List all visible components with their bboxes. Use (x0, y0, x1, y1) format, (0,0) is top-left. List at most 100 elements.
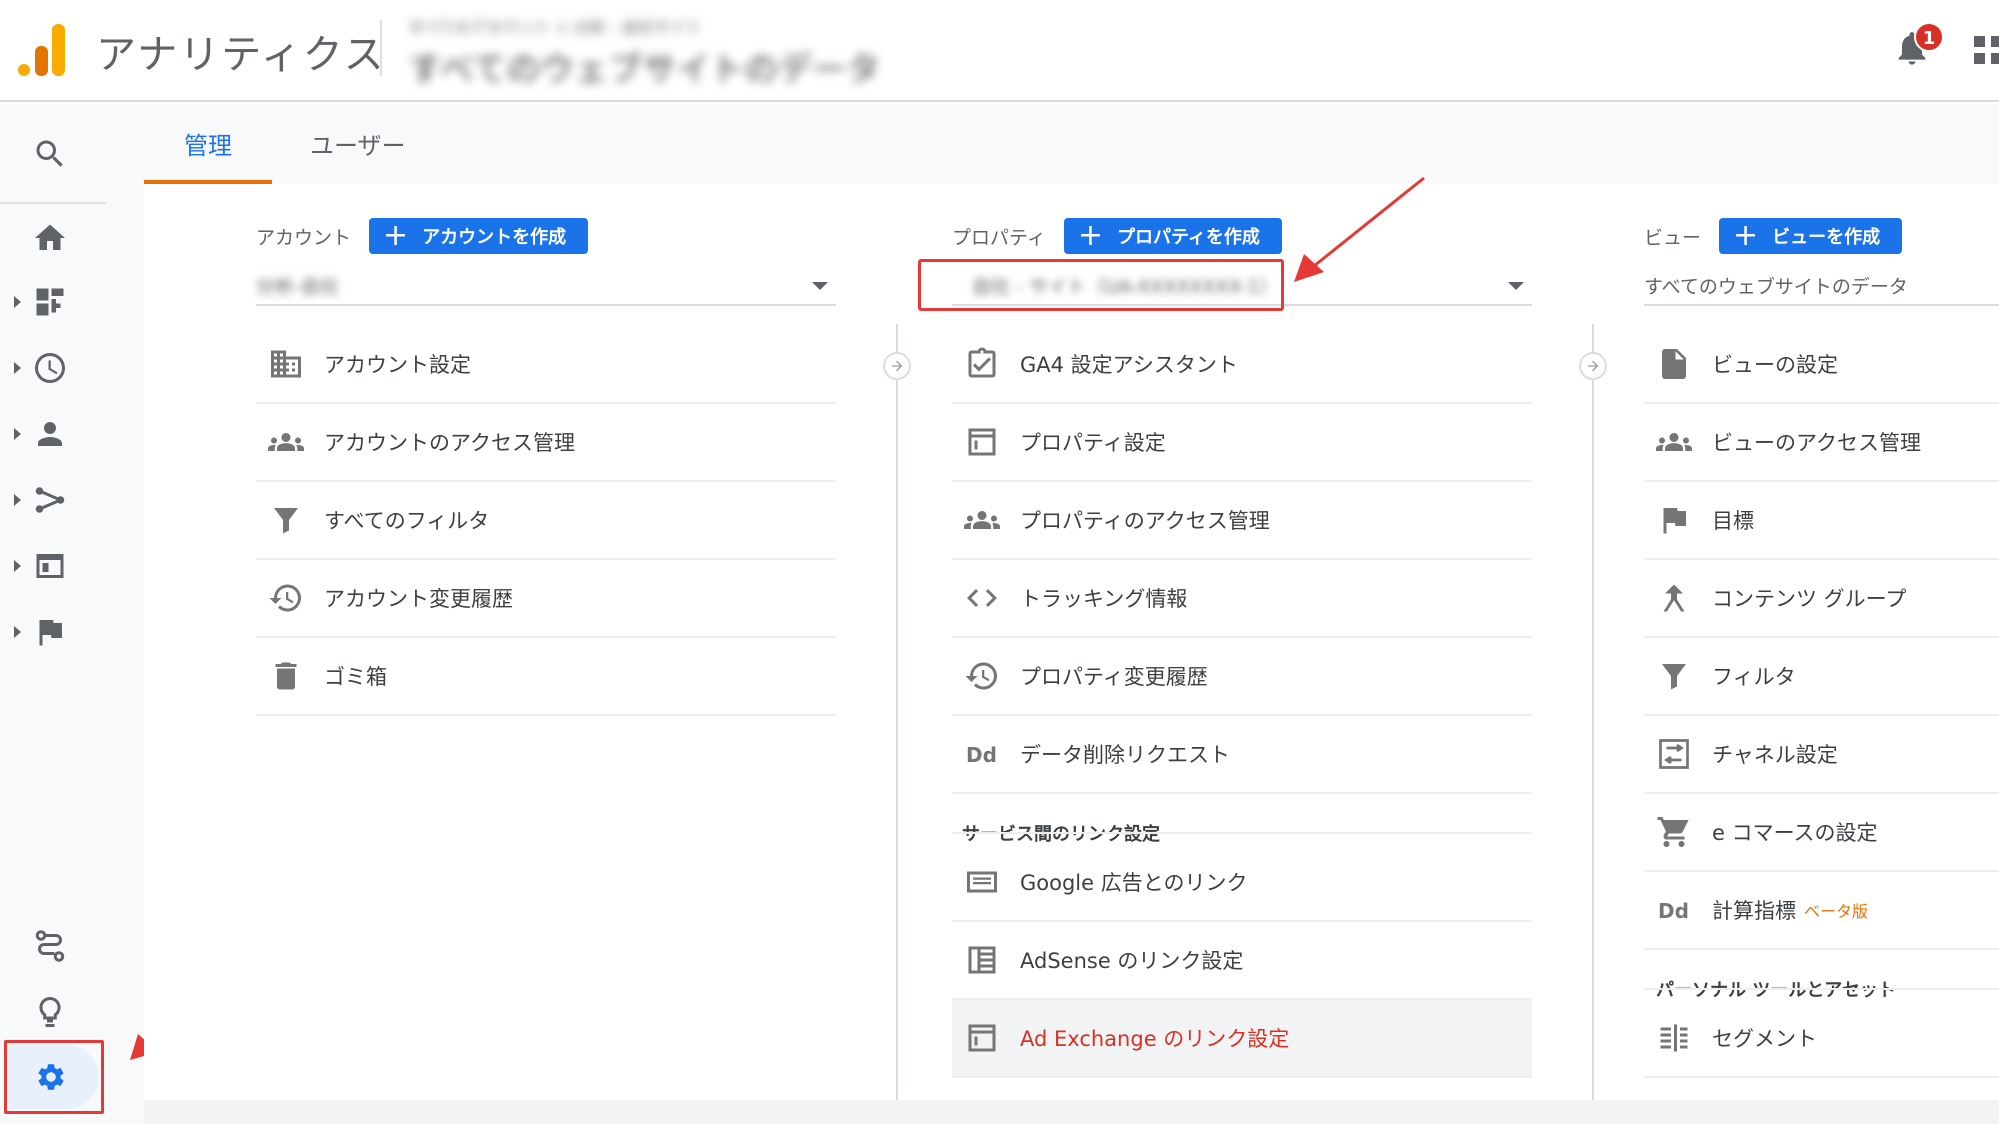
trash-icon (268, 658, 304, 694)
acquisition-icon[interactable] (32, 482, 68, 518)
conversions-flag-icon[interactable] (32, 614, 68, 650)
menu-label: セグメント (1712, 1027, 1817, 1051)
menu-adsense-link[interactable]: AdSense のリンク設定 (952, 922, 1532, 1000)
shopping-cart-icon (1656, 814, 1692, 850)
menu-account-change-history[interactable]: アカウント変更履歴 (256, 560, 836, 638)
nav-separator (0, 202, 106, 204)
customization-dashboard-icon[interactable] (32, 284, 68, 320)
analytics-logo-icon[interactable] (18, 24, 66, 76)
tab-user[interactable]: ユーザー (310, 126, 406, 161)
menu-segments[interactable]: セグメント (1644, 1000, 1999, 1078)
property-header: プロパティ + プロパティを作成 (952, 218, 1282, 254)
menu-ga4-setup-assistant[interactable]: GA4 設定アシスタント (952, 326, 1532, 404)
menu-account-settings[interactable]: アカウント設定 (256, 326, 836, 404)
menu-label: ビューの設定 (1712, 353, 1838, 377)
menu-label: Google 広告とのリンク (1020, 871, 1248, 895)
account-selected-value: 分析-自社 (256, 276, 339, 298)
create-view-label: ビューを作成 (1772, 227, 1881, 248)
account-label: アカウント (256, 226, 352, 249)
menu-property-change-history[interactable]: プロパティ変更履歴 (952, 638, 1532, 716)
attribution-route-icon[interactable] (32, 928, 68, 964)
menu-channel-settings[interactable]: チャネル設定 (1644, 716, 1999, 794)
menu-trash[interactable]: ゴミ箱 (256, 638, 836, 716)
behavior-window-icon[interactable] (32, 548, 68, 584)
search-icon[interactable] (32, 136, 68, 172)
flag-icon (1656, 502, 1692, 538)
expand-arrow-icon[interactable] (14, 428, 21, 440)
menu-goals[interactable]: 目標 (1644, 482, 1999, 560)
create-account-button[interactable]: + アカウントを作成 (369, 218, 589, 254)
filter-icon (268, 502, 304, 538)
apps-grid-icon[interactable] (1974, 36, 1999, 66)
menu-label: AdSense のリンク設定 (1020, 949, 1244, 973)
expand-arrow-icon[interactable] (14, 494, 21, 506)
column-link-arrow-icon (1579, 352, 1607, 380)
menu-label: GA4 設定アシスタント (1020, 353, 1238, 377)
expand-arrow-icon[interactable] (14, 296, 21, 308)
menu-label: アカウント変更履歴 (324, 587, 513, 611)
expand-arrow-icon[interactable] (14, 560, 21, 572)
plus-icon: + (383, 218, 409, 253)
filter-icon (1656, 658, 1692, 694)
column-link-arrow-icon (883, 352, 911, 380)
view-header: ビュー + ビューを作成 (1644, 218, 1903, 254)
calculated-metrics-dd-icon: Dd (1656, 892, 1692, 928)
menu-label: ビューのアクセス管理 (1712, 431, 1921, 455)
menu-tracking-info[interactable]: トラッキング情報 (952, 560, 1532, 638)
channel-settings-icon (1656, 736, 1692, 772)
menu-label: e コマースの設定 (1712, 821, 1878, 845)
create-view-button[interactable]: + ビューを作成 (1719, 218, 1903, 254)
menu-content-grouping[interactable]: コンテンツ グループ (1644, 560, 1999, 638)
menu-view-settings[interactable]: ビューの設定 (1644, 326, 1999, 404)
people-icon (1656, 424, 1692, 460)
plus-icon: + (1733, 218, 1759, 253)
view-selector[interactable]: すべてのウェブサイトのデータ (1644, 264, 1999, 306)
admin-content: アカウント + アカウントを作成 分析-自社 アカウント設定 アカウントのアクセ… (144, 184, 1999, 1124)
account-header: アカウント + アカウントを作成 (256, 218, 589, 254)
admin-gear-icon[interactable] (35, 1061, 67, 1093)
svg-text:Dd: Dd (1658, 899, 1689, 923)
create-account-label: アカウントを作成 (422, 227, 567, 248)
dropdown-caret-icon (812, 282, 828, 290)
menu-calculated-metrics[interactable]: Dd 計算指標 ベータ版 (1644, 872, 1999, 950)
realtime-clock-icon[interactable] (32, 350, 68, 386)
layout-icon (964, 1020, 1000, 1056)
menu-account-access[interactable]: アカウントのアクセス管理 (256, 404, 836, 482)
menu-view-access[interactable]: ビューのアクセス管理 (1644, 404, 1999, 482)
menu-label: プロパティのアクセス管理 (1020, 509, 1270, 533)
expand-arrow-icon[interactable] (14, 626, 21, 638)
svg-text:Dd: Dd (966, 743, 997, 767)
discover-lightbulb-icon[interactable] (32, 994, 68, 1030)
menu-all-filters[interactable]: すべてのフィルタ (256, 482, 836, 560)
segments-icon (1656, 1020, 1692, 1056)
audience-person-icon[interactable] (32, 416, 68, 452)
menu-ad-exchange-link[interactable]: Ad Exchange のリンク設定 (952, 1000, 1532, 1078)
section-rule (952, 832, 1532, 834)
tab-admin[interactable]: 管理 (184, 126, 232, 161)
menu-property-access[interactable]: プロパティのアクセス管理 (952, 482, 1532, 560)
property-breadcrumb: すべてのアカウント > 分析 - 自社サイト (408, 18, 702, 37)
account-selector[interactable]: 分析-自社 (256, 264, 836, 306)
menu-label: プロパティ変更履歴 (1020, 665, 1208, 689)
menu-label: チャネル設定 (1712, 743, 1838, 767)
menu-label: 計算指標 (1712, 899, 1796, 923)
menu-google-ads-link[interactable]: Google 広告とのリンク (952, 844, 1532, 922)
view-label: ビュー (1644, 226, 1702, 249)
menu-label: トラッキング情報 (1020, 587, 1188, 611)
plus-icon: + (1077, 218, 1104, 253)
create-property-button[interactable]: + プロパティを作成 (1063, 218, 1282, 254)
people-icon (268, 424, 304, 460)
menu-data-deletion-request[interactable]: Dd データ削除リクエスト (952, 716, 1532, 794)
menu-view-filters[interactable]: フィルタ (1644, 638, 1999, 716)
beta-badge: ベータ版 (1804, 902, 1869, 921)
expand-arrow-icon[interactable] (14, 362, 21, 374)
home-icon[interactable] (32, 220, 68, 256)
menu-property-settings[interactable]: プロパティ設定 (952, 404, 1532, 482)
ads-list-icon (964, 864, 1000, 900)
menu-label: 目標 (1712, 509, 1754, 533)
menu-ecommerce-settings[interactable]: e コマースの設定 (1644, 794, 1999, 872)
menu-label: コンテンツ グループ (1712, 587, 1907, 611)
property-selector[interactable]: すべてのアカウント > 分析 - 自社サイト すべてのウェブサイトのデータ (408, 14, 968, 90)
people-icon (964, 502, 1000, 538)
menu-label: フィルタ (1712, 665, 1796, 689)
